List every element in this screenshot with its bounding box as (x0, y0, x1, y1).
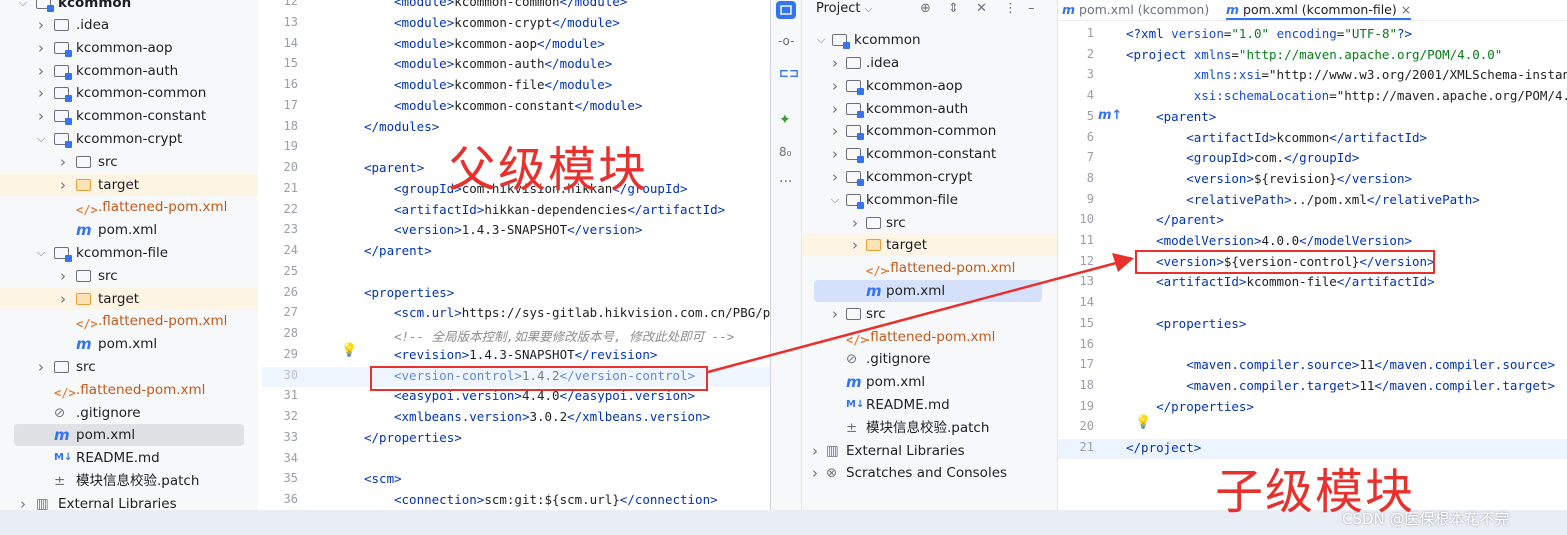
watermark: CSDN @医保根本花不完 (1342, 510, 1510, 528)
annotation-arrow (707, 253, 1134, 374)
